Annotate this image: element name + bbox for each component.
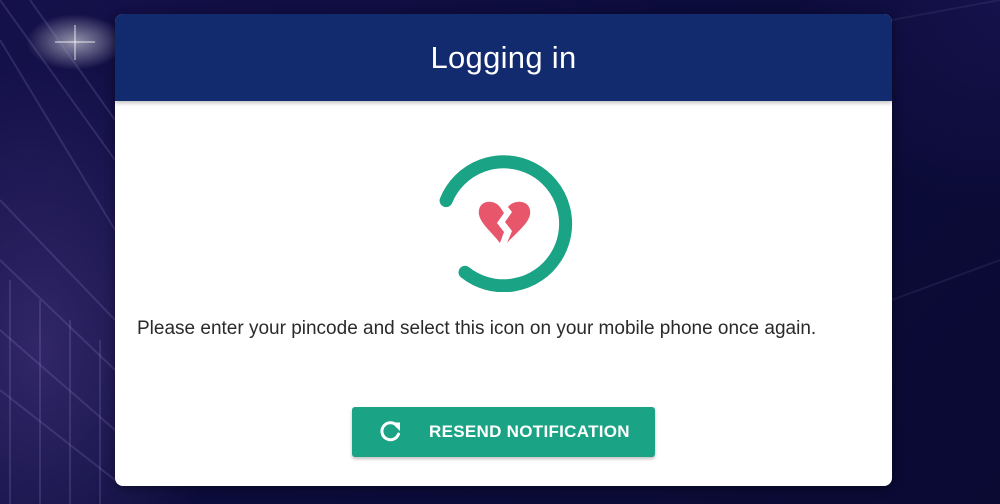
refresh-icon bbox=[380, 421, 400, 442]
broken-heart-icon bbox=[478, 201, 531, 243]
dialog-title: Logging in bbox=[430, 39, 577, 75]
progress-ring bbox=[439, 155, 573, 292]
dialog-header: Logging in bbox=[115, 14, 892, 101]
login-dialog: Logging in Please enter your pincode and… bbox=[115, 14, 892, 486]
resend-button-label: RESEND NOTIFICATION bbox=[429, 422, 630, 441]
resend-notification-button[interactable]: RESEND NOTIFICATION bbox=[352, 407, 655, 457]
status-graphic bbox=[439, 155, 573, 292]
instruction-message: Please enter your pincode and select thi… bbox=[137, 318, 817, 339]
